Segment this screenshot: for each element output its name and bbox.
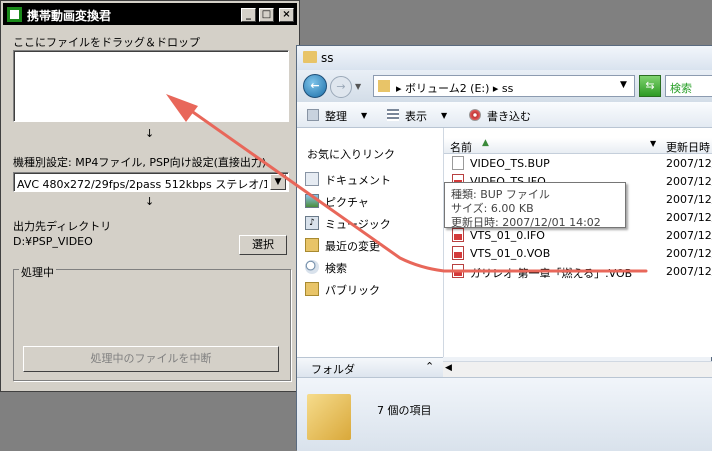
views-button[interactable]: 表示 xyxy=(405,108,427,124)
chevron-down-icon[interactable]: ▼ xyxy=(441,111,447,120)
nav-item-public[interactable]: パブリック xyxy=(325,282,380,298)
history-dropdown-icon[interactable]: ▼ xyxy=(355,82,361,91)
table-row[interactable]: ガリレオ 第一章「燃える」.VOB 2007/12/ xyxy=(444,262,712,280)
drop-label: ここにファイルをドラッグ＆ドロップ xyxy=(13,36,200,49)
file-name: ガリレオ 第一章「燃える」.VOB xyxy=(470,267,633,280)
maximize-button[interactable]: □ xyxy=(259,8,274,22)
scroll-left-icon[interactable]: ◀ xyxy=(445,363,452,373)
file-date: 2007/12/ xyxy=(666,175,712,188)
address-bar[interactable]: ▸ ボリューム2 (E:) ▸ ss ▼ xyxy=(373,75,635,97)
arrow-down-icon: ↓ xyxy=(145,195,155,208)
details-pane: 7 個の項目 xyxy=(297,377,712,451)
file-date: 2007/12/ xyxy=(666,193,712,206)
video-file-icon xyxy=(452,264,464,278)
app-logo-icon xyxy=(7,7,22,22)
chevron-down-icon[interactable]: ▼ xyxy=(270,174,286,190)
column-date[interactable]: 更新日時 xyxy=(666,139,710,155)
explorer-title: ss xyxy=(321,51,334,65)
nav-item-documents[interactable]: ドキュメント xyxy=(325,172,391,188)
music-icon: ♪ xyxy=(305,216,319,230)
column-name[interactable]: 名前 xyxy=(450,139,472,155)
folder-icon xyxy=(307,394,351,440)
minimize-button[interactable]: _ xyxy=(241,8,256,22)
browse-button[interactable]: 選択 xyxy=(239,235,287,255)
address-path: ▸ ボリューム2 (E:) ▸ ss xyxy=(396,82,514,95)
file-date: 2007/12/ xyxy=(666,157,712,170)
command-bar: 整理 ▼ 表示 ▼ 書き込む xyxy=(297,102,712,128)
preset-select[interactable]: AVC 480x272/29fps/2pass 512kbps ステレオ/12 … xyxy=(13,172,289,192)
burn-disc-icon xyxy=(469,109,481,121)
file-date: 2007/12/ xyxy=(666,211,712,224)
explorer-titlebar[interactable]: ss xyxy=(297,46,712,70)
documents-icon xyxy=(305,172,319,186)
back-button[interactable]: ← xyxy=(303,74,327,98)
organize-button[interactable]: 整理 xyxy=(325,108,347,124)
search-placeholder: 検索 xyxy=(670,82,692,95)
cancel-processing-button[interactable]: 処理中のファイルを中断 xyxy=(23,346,279,372)
output-label: 出力先ディレクトリ xyxy=(13,220,112,233)
favorite-links-heading: お気に入りリンク xyxy=(307,148,395,161)
table-row[interactable]: VIDEO_TS.BUP 2007/12/ xyxy=(444,154,712,172)
video-file-icon xyxy=(452,228,464,242)
file-name: VTS_01_0.IFO xyxy=(470,229,545,242)
file-date: 2007/12/ xyxy=(666,229,712,242)
organize-icon xyxy=(307,109,319,121)
forward-button[interactable]: → xyxy=(330,76,352,98)
file-tooltip: 種類: BUP ファイル サイズ: 6.00 KB 更新日時: 2007/12/… xyxy=(444,182,626,229)
nav-item-search[interactable]: 検索 xyxy=(325,260,347,276)
folders-toggle[interactable]: フォルダ ⌃ xyxy=(297,357,443,377)
chevron-down-icon[interactable]: ▼ xyxy=(361,111,367,120)
folder-icon xyxy=(378,80,390,92)
file-name: VIDEO_TS.BUP xyxy=(470,157,550,170)
public-folder-icon xyxy=(305,282,319,296)
table-row[interactable]: VTS_01_0.VOB 2007/12/ xyxy=(444,244,712,262)
file-date: 2007/12/ xyxy=(666,265,712,278)
item-count: 7 個の項目 xyxy=(377,404,432,417)
arrow-down-icon: ↓ xyxy=(145,127,155,140)
search-input[interactable]: 検索 xyxy=(665,75,712,97)
converter-window: 携帯動画変換君 _ □ × ここにファイルをドラッグ＆ドロップ ↓ 機種別設定:… xyxy=(0,0,300,392)
file-name: VTS_01_0.VOB xyxy=(470,247,551,260)
refresh-button[interactable]: ⇆ xyxy=(639,75,661,97)
horizontal-scrollbar[interactable]: ◀ xyxy=(443,361,712,377)
close-button[interactable]: × xyxy=(279,8,294,22)
navigation-pane: お気に入りリンク ドキュメント ピクチャ ♪ ミュージック 最近の変更 検索 パ… xyxy=(297,128,443,357)
converter-titlebar[interactable]: 携帯動画変換君 _ □ × xyxy=(3,3,297,25)
burn-button[interactable]: 書き込む xyxy=(487,108,531,124)
views-icon xyxy=(387,109,399,121)
video-file-icon xyxy=(452,246,464,260)
explorer-window: ss ← → ▼ ▸ ボリューム2 (E:) ▸ ss ▼ ⇆ 検索 整理 ▼ … xyxy=(296,45,712,451)
search-icon xyxy=(305,260,319,274)
folder-icon xyxy=(303,51,317,63)
tooltip-modified: 更新日時: 2007/12/01 14:02 xyxy=(451,216,601,229)
nav-item-pictures[interactable]: ピクチャ xyxy=(325,194,369,210)
window-title: 携帯動画変換君 xyxy=(27,9,112,23)
sort-ascending-icon: ▲ xyxy=(482,138,489,148)
processing-label: 処理中 xyxy=(19,264,56,280)
navigation-bar: ← → ▼ ▸ ボリューム2 (E:) ▸ ss ▼ ⇆ 検索 xyxy=(297,70,712,102)
pictures-icon xyxy=(305,194,319,208)
file-date: 2007/12/ xyxy=(666,247,712,260)
chevron-down-icon[interactable]: ▼ xyxy=(620,80,627,90)
folders-label: フォルダ xyxy=(311,363,355,376)
drop-zone[interactable] xyxy=(13,50,289,122)
file-icon xyxy=(452,156,464,170)
recent-folder-icon xyxy=(305,238,319,252)
preset-value: AVC 480x272/29fps/2pass 512kbps ステレオ/12 xyxy=(17,178,267,191)
chevron-up-icon[interactable]: ⌃ xyxy=(425,360,434,373)
preset-label: 機種別設定: MP4ファイル, PSP向け設定(直接出力) xyxy=(13,156,267,169)
output-path: D:¥PSP_VIDEO xyxy=(13,235,93,248)
column-header: 名前 ▲ ▼ 更新日時 xyxy=(444,138,712,154)
nav-item-recent[interactable]: 最近の変更 xyxy=(325,238,380,254)
chevron-down-icon[interactable]: ▼ xyxy=(650,139,656,148)
file-list: 名前 ▲ ▼ 更新日時 VIDEO_TS.BUP 2007/12/ VIDEO_… xyxy=(443,128,712,357)
nav-item-music[interactable]: ミュージック xyxy=(325,216,391,232)
